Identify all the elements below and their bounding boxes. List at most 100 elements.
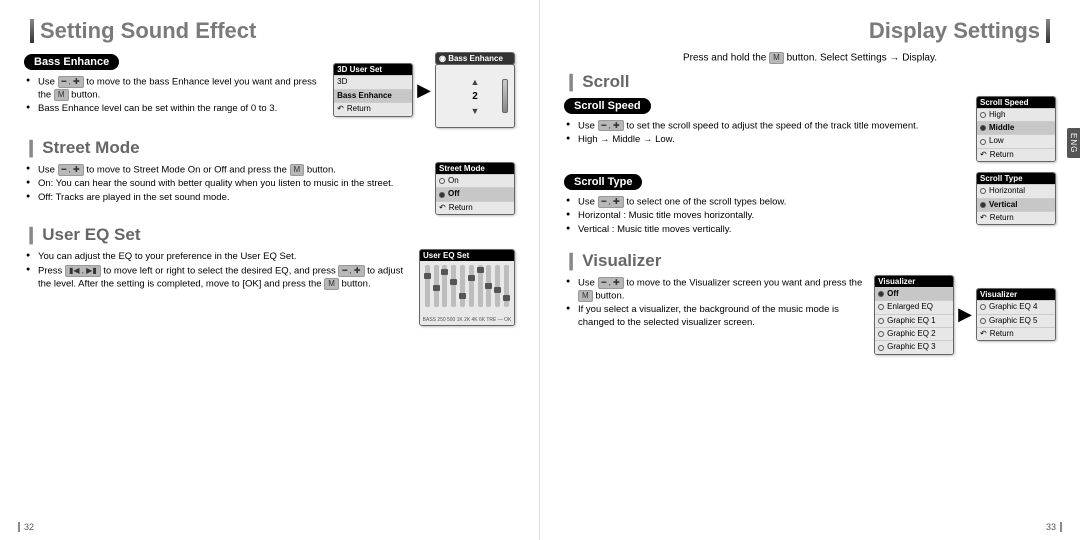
divider-icon [30,19,34,43]
street-mode-title: ❙Street Mode [24,138,515,158]
user-eq-title: ❙User EQ Set [24,225,515,245]
radio-icon [878,345,884,351]
eq-handle-icon [485,283,492,289]
radio-icon [878,318,884,324]
device-bass-slider: ◉ Bass Enhance ▲ 2 ▼ [435,52,515,128]
minus-plus-icon: ━ , ✚ [598,120,624,132]
eq-band-label: 4K [472,317,478,323]
eq-slider [434,265,439,307]
return-icon: ↶ [980,213,987,223]
eq-handle-icon [433,285,440,291]
eq-handle-icon [424,273,431,279]
device-scroll-speed: Scroll Speed High Middle Low ↶Return [976,96,1056,163]
eq-band-label: TRE [486,317,496,323]
m-button-icon: M [54,89,69,101]
eq-slider [478,265,483,307]
eq-slider [460,265,465,307]
prev-next-icon: ▮◀ , ▶▮ [65,265,101,277]
page-title: Setting Sound Effect [40,18,256,44]
header-right: Display Settings [564,18,1056,44]
radio-icon [980,188,986,194]
page-title: Display Settings [869,18,1040,44]
eq-band-label: 6K [479,317,485,323]
bass-screens: 3D User Set 3D Bass Enhance ↶Return ▶ ◉ … [333,52,515,128]
device-scroll-type: Scroll Type Horizontal Vertical ↶Return [976,172,1056,225]
eq-band-label: 1K [457,317,463,323]
eq-handle-icon [468,275,475,281]
scroll-speed-section: Scroll Speed Use ━ , ✚ to set the scroll… [564,96,1056,163]
value: 2 [472,91,478,102]
radio-icon [980,318,986,324]
device-street-mode: Street Mode On Off ↶Return [435,162,515,215]
header-left: Setting Sound Effect [24,18,515,44]
eq-slider [469,265,474,307]
device-visualizer-1: Visualizer Off Enlarged EQ Graphic EQ 1 … [874,275,954,355]
manual-spread: Setting Sound Effect Bass Enhance Use ━ … [0,0,1080,540]
radio-on-icon [980,125,986,131]
radio-icon [878,331,884,337]
eq-band-label: — [498,317,503,323]
m-button-icon: M [769,52,784,64]
radio-icon [980,139,986,145]
divider-icon [1046,19,1050,43]
device-visualizer-2: Visualizer Graphic EQ 4 Graphic EQ 5 ↶Re… [976,288,1056,341]
eq-slider [495,265,500,307]
device-3d-user-set: 3D User Set 3D Bass Enhance ↶Return [333,63,413,116]
m-button-icon: M [290,164,305,176]
arrow-right-icon: ▶ [958,304,972,325]
eq-band-label: 250 [437,317,445,323]
down-icon: ▼ [471,106,480,116]
bass-enhance-section: Bass Enhance Use ━ , ✚ to move to the ba… [24,52,515,128]
eq-slider [486,265,491,307]
radio-on-icon [980,202,986,208]
visualizer-section: Use ━ , ✚ to move to the Visualizer scre… [564,275,1056,355]
eq-slider [442,265,447,307]
opt-sel: Bass Enhance [334,89,412,102]
eq-screen: User EQ Set BASS2505001K2K4K6KTRE—OK [419,249,515,326]
eq-b1: You can adjust the EQ to your preference… [38,251,411,264]
eq-handle-icon [450,279,457,285]
return-icon: ↶ [337,104,344,114]
arrow-right-icon: ▶ [417,80,431,101]
eq-band-label: 500 [447,317,455,323]
eq-band-label: OK [504,317,511,323]
left-page: Setting Sound Effect Bass Enhance Use ━ … [0,0,540,540]
minus-plus-icon: ━ , ✚ [58,164,84,176]
radio-icon [980,304,986,310]
eq-handle-icon [494,287,501,293]
eq-slider [451,265,456,307]
return-icon: ↶ [439,203,446,213]
hdr: ◉ Bass Enhance [436,53,514,64]
user-eq-section: You can adjust the EQ to your preference… [24,249,515,326]
eq-handle-icon [477,267,484,273]
hdr: 3D User Set [334,64,412,75]
language-tab: ENG [1067,128,1080,158]
radio-on-icon [878,291,884,297]
eq-slider [425,265,430,307]
up-icon: ▲ [471,77,480,87]
sm-b1: Use ━ , ✚ to move to Street Mode On or O… [38,164,427,177]
t: Use [38,76,58,87]
opt-return: ↶Return [334,102,412,115]
slider-icon [502,79,508,113]
radio-on-icon [439,192,445,198]
scroll-speed-pill: Scroll Speed [564,98,651,114]
eq-handle-icon [441,269,448,275]
minus-plus-icon: ━ , ✚ [598,277,624,289]
intro: Press and hold the M button. Select Sett… [564,52,1056,64]
bass-b1: Use ━ , ✚ to move to the bass Enhance le… [38,76,325,102]
scroll-type-section: Scroll Type Use ━ , ✚ to select one of t… [564,172,1056,241]
eq-b2: Press ▮◀ , ▶▮ to move left or right to s… [38,265,411,291]
eq-handle-icon [503,295,510,301]
scroll-type-pill: Scroll Type [564,174,642,190]
eq-handle-icon [459,293,466,299]
opt: 3D [334,75,412,88]
minus-plus-icon: ━ , ✚ [598,196,624,208]
page-number: 33 [1046,522,1062,532]
radio-icon [980,112,986,118]
t: button. [71,89,100,100]
minus-plus-icon: ━ , ✚ [338,265,364,277]
eq-band-label: BASS [423,317,436,323]
sm-b3: Off: Tracks are played in the set sound … [38,192,427,205]
street-screen: Street Mode On Off ↶Return [435,162,515,215]
